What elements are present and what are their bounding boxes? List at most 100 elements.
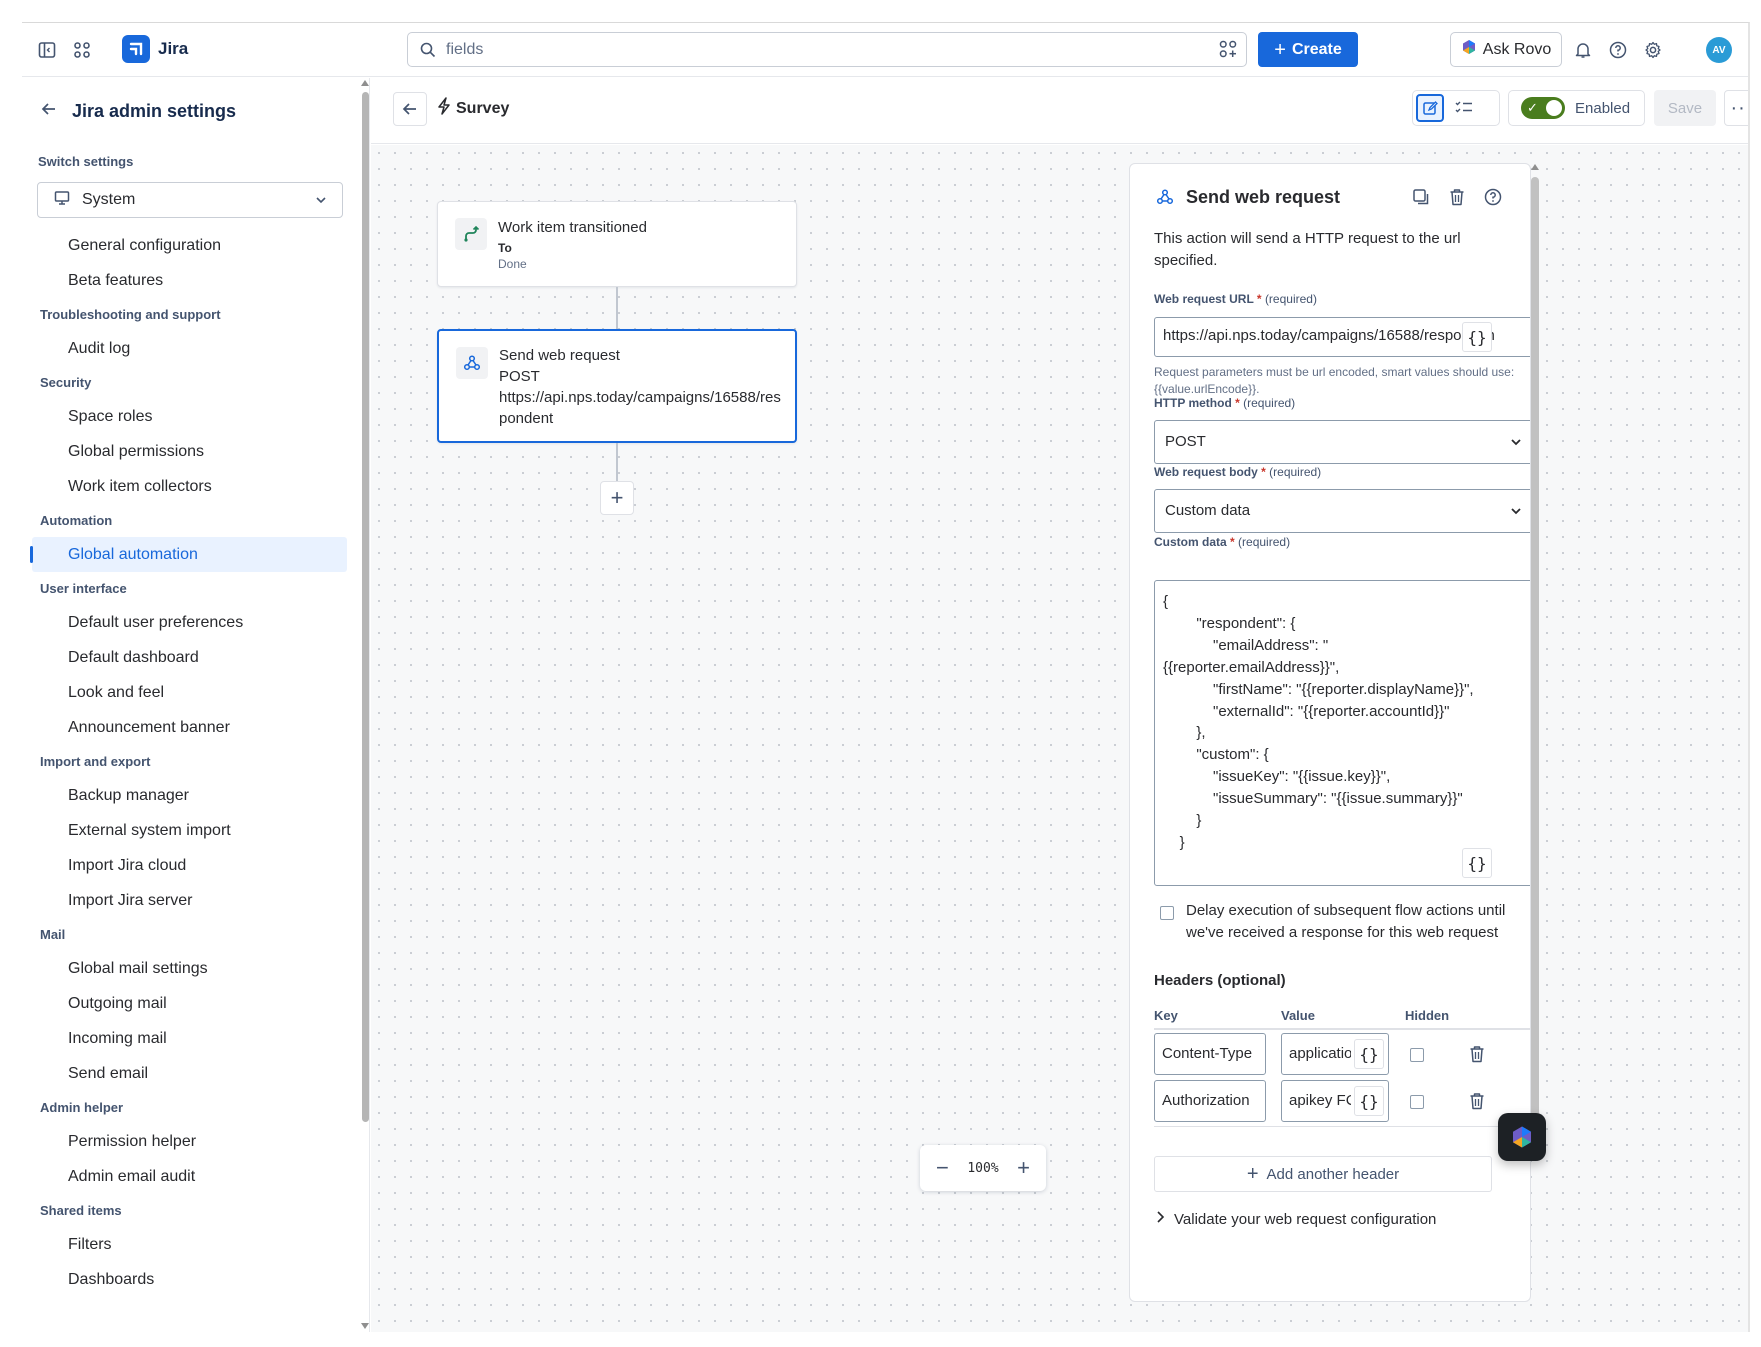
sidebar-group-heading: Troubleshooting and support xyxy=(40,307,221,322)
action-node-send-web-request[interactable]: Send web request POST https://api.nps.to… xyxy=(437,329,797,443)
trash-icon[interactable] xyxy=(1468,1091,1486,1111)
add-component-button[interactable]: + xyxy=(600,481,634,515)
trash-icon[interactable] xyxy=(1446,186,1468,208)
jira-logo[interactable]: Jira xyxy=(122,35,188,63)
code-line: { xyxy=(1163,593,1169,610)
sidebar-item-announcement-banner[interactable]: Announcement banner xyxy=(22,710,347,745)
lightning-icon xyxy=(437,97,451,120)
plus-icon: + xyxy=(1274,38,1286,61)
header-key-input[interactable]: Authorization xyxy=(1154,1080,1266,1122)
zoom-in-button[interactable]: + xyxy=(1017,1155,1030,1181)
sidebar-item-send-email[interactable]: Send email xyxy=(22,1056,347,1091)
sidebar-item-external-system-import[interactable]: External system import xyxy=(22,813,347,848)
sidebar-item-general-configuration[interactable]: General configuration xyxy=(22,228,347,263)
sidebar-group-heading: Admin helper xyxy=(40,1100,124,1115)
connector-line xyxy=(616,287,618,329)
smart-value-button[interactable]: {} xyxy=(1462,848,1492,878)
panel-tools xyxy=(1410,186,1504,208)
sidebar-item-import-jira-server[interactable]: Import Jira server xyxy=(22,883,347,918)
smart-value-button[interactable]: {} xyxy=(1354,1086,1384,1116)
switch-settings-label: Switch settings xyxy=(38,154,134,169)
sidebar-item-admin-email-audit[interactable]: Admin email audit xyxy=(22,1159,347,1194)
sidebar-item-default-user-preferences[interactable]: Default user preferences xyxy=(22,605,347,640)
trigger-field-label: To xyxy=(498,241,512,255)
sidebar-item-global-automation[interactable]: Global automation xyxy=(30,537,347,572)
search-input[interactable]: fields xyxy=(407,32,1247,67)
zoom-out-button[interactable]: − xyxy=(936,1155,949,1181)
sidebar-item-global-mail-settings[interactable]: Global mail settings xyxy=(22,951,347,986)
sidebar-item-dashboards[interactable]: Dashboards xyxy=(22,1262,347,1297)
sidebar-item-look-and-feel[interactable]: Look and feel xyxy=(22,675,347,710)
add-header-button[interactable]: + Add another header xyxy=(1154,1156,1492,1192)
sidebar-item-permission-helper[interactable]: Permission helper xyxy=(22,1124,347,1159)
view-toggle xyxy=(1412,90,1500,126)
code-line: "custom": { xyxy=(1163,746,1269,764)
search-filter-icon[interactable] xyxy=(1218,39,1238,59)
divider xyxy=(1154,1028,1530,1030)
sidebar-item-global-permissions[interactable]: Global permissions xyxy=(22,434,347,469)
app-switcher-icon[interactable] xyxy=(69,37,95,63)
more-options-icon[interactable]: ··· xyxy=(1724,90,1748,126)
rule-enabled-toggle[interactable]: ✓ Enabled xyxy=(1508,90,1645,126)
header-hidden-checkbox[interactable] xyxy=(1410,1095,1424,1109)
add-header-label: Add another header xyxy=(1266,1165,1400,1183)
chevron-down-icon xyxy=(1509,504,1523,522)
header-hidden-checkbox[interactable] xyxy=(1410,1048,1424,1062)
sidebar-scrollbar[interactable] xyxy=(360,78,370,1332)
custom-data-label: Custom data * (required) xyxy=(1154,535,1291,549)
sidebar-item-outgoing-mail[interactable]: Outgoing mail xyxy=(22,986,347,1021)
rule-name: Survey xyxy=(456,99,510,117)
settings-gear-icon[interactable] xyxy=(1640,37,1666,63)
sidebar-item-backup-manager[interactable]: Backup manager xyxy=(22,778,347,813)
sidebar-header[interactable]: Jira admin settings xyxy=(40,100,236,123)
panel-scrollbar[interactable] xyxy=(1530,163,1540,1148)
validate-expander[interactable]: Validate your web request configuration xyxy=(1154,1210,1436,1228)
action-config-panel: Send web request This action will send a… xyxy=(1129,163,1531,1302)
trash-icon[interactable] xyxy=(1468,1044,1486,1064)
list-view-icon[interactable] xyxy=(1450,94,1478,122)
user-avatar[interactable]: AV xyxy=(1706,37,1732,63)
url-value: https://api.nps.today/campaigns/16588/re… xyxy=(1163,327,1495,344)
sidebar-item-import-jira-cloud[interactable]: Import Jira cloud xyxy=(22,848,347,883)
smart-value-button[interactable]: {} xyxy=(1462,322,1492,352)
arrow-left-icon[interactable] xyxy=(40,100,58,123)
rule-title[interactable]: Survey xyxy=(437,97,509,120)
smart-value-button[interactable]: {} xyxy=(1354,1039,1384,1069)
duplicate-icon[interactable] xyxy=(1410,186,1432,208)
sidebar-item-space-roles[interactable]: Space roles xyxy=(22,399,347,434)
validate-label: Validate your web request configuration xyxy=(1174,1210,1437,1228)
sidebar-item-incoming-mail[interactable]: Incoming mail xyxy=(22,1021,347,1056)
help-icon[interactable] xyxy=(1605,37,1631,63)
custom-data-textarea[interactable]: { "respondent": { "emailAddress": " {{rep… xyxy=(1154,580,1530,886)
panel-description: This action will send a HTTP request to … xyxy=(1154,230,1461,269)
http-method-select[interactable]: POST xyxy=(1154,420,1530,464)
sidebar-item-default-dashboard[interactable]: Default dashboard xyxy=(22,640,347,675)
back-button[interactable] xyxy=(393,92,427,126)
rovo-chat-button[interactable] xyxy=(1498,1113,1546,1161)
body-field-label: Web request body * (required) xyxy=(1154,465,1322,479)
trigger-node[interactable]: Work item transitioned To Done xyxy=(437,201,797,287)
create-label: Create xyxy=(1291,40,1342,58)
edit-view-icon[interactable] xyxy=(1416,94,1444,122)
panel-title: Send web request xyxy=(1186,186,1341,207)
sidebar-item-work-item-collectors[interactable]: Work item collectors xyxy=(22,469,347,504)
toggle-switch[interactable]: ✓ xyxy=(1521,97,1565,119)
sidebar-item-beta-features[interactable]: Beta features xyxy=(22,263,347,298)
admin-sidebar: Jira admin settings Switch settings Syst… xyxy=(22,78,370,1332)
create-button[interactable]: + Create xyxy=(1258,32,1358,67)
web-request-body-select[interactable]: Custom data xyxy=(1154,489,1530,533)
action-method: POST xyxy=(499,368,540,385)
sidebar-item-filters[interactable]: Filters xyxy=(22,1227,347,1262)
save-button[interactable]: Save xyxy=(1654,90,1716,126)
ask-rovo-button[interactable]: Ask Rovo xyxy=(1450,32,1562,67)
sidebar-toggle-icon[interactable] xyxy=(34,37,60,63)
app-window: Jira fields + Create Ask Rovo AV Jira ad… xyxy=(22,22,1750,1332)
chevron-right-icon xyxy=(1154,1210,1166,1228)
help-icon[interactable] xyxy=(1482,186,1504,208)
sidebar-item-audit-log[interactable]: Audit log xyxy=(22,331,347,366)
settings-switcher-select[interactable]: System xyxy=(37,182,343,218)
notifications-icon[interactable] xyxy=(1570,37,1596,63)
code-line: "respondent": { xyxy=(1163,614,1296,632)
header-key-input[interactable]: Content-Type xyxy=(1154,1033,1266,1075)
code-line: }, xyxy=(1163,724,1206,742)
